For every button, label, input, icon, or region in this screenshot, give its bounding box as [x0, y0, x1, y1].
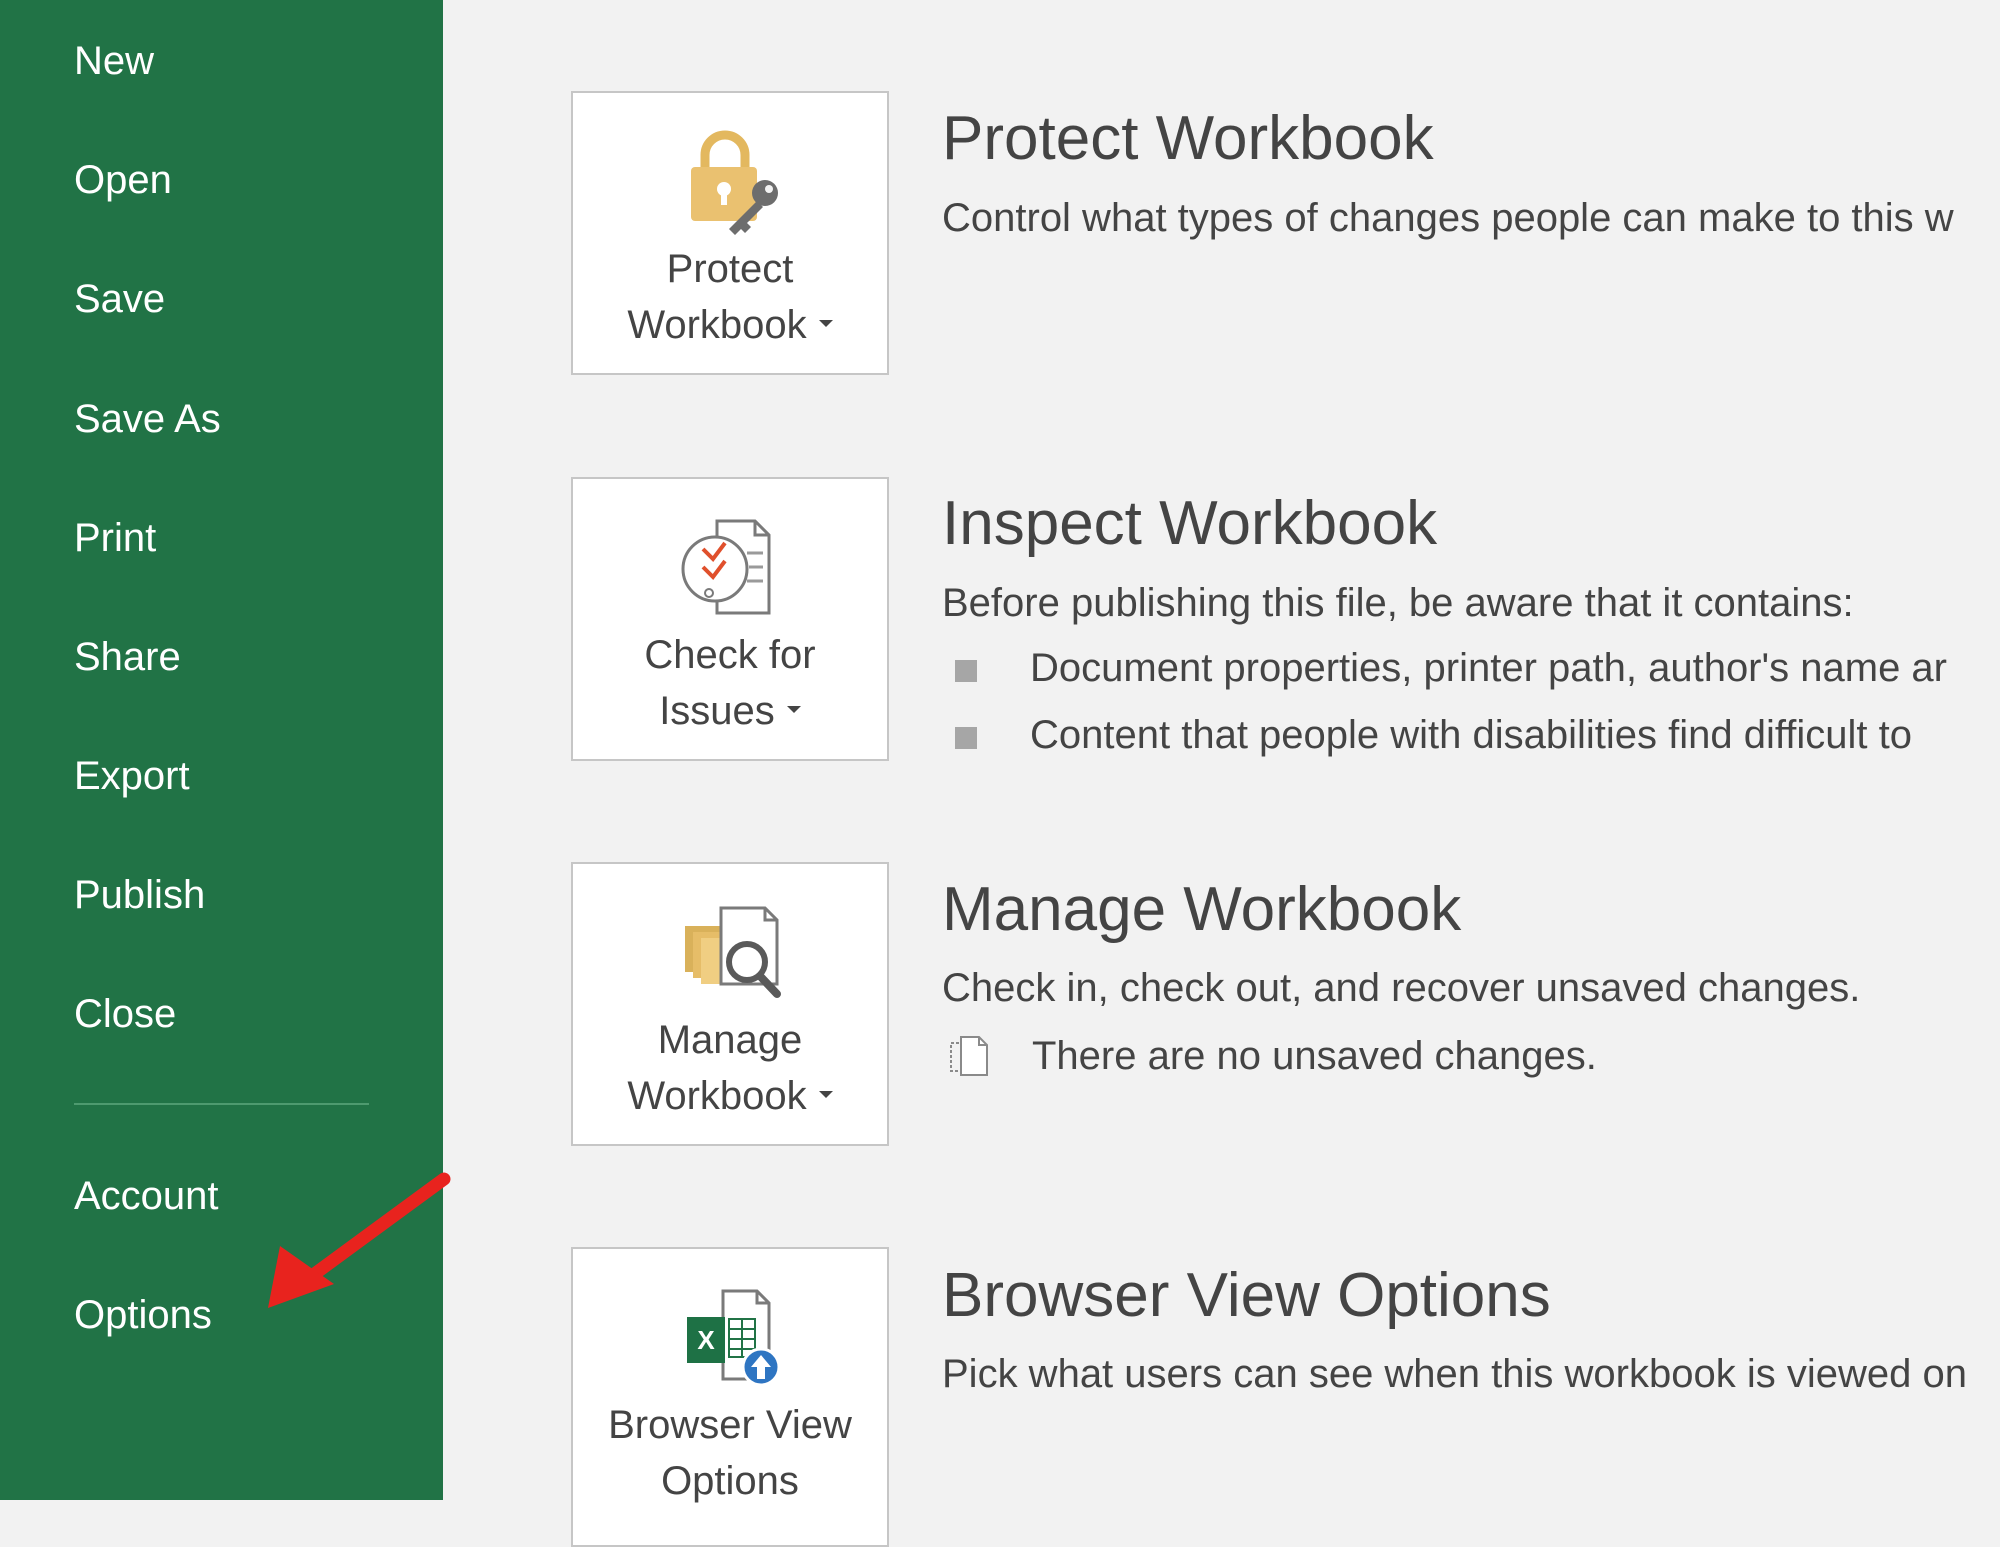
inspect-document-icon [681, 519, 771, 615]
bullet-square-icon [955, 660, 977, 682]
browser-view-options-button[interactable]: X Browser View Options [571, 1247, 889, 1547]
check-for-issues-button[interactable]: Check for Issues [571, 477, 889, 761]
document-versions-icon [950, 1036, 988, 1076]
dropdown-caret-icon [818, 1090, 833, 1098]
sidebar-item-close[interactable]: Close [74, 989, 176, 1039]
red-arrow-annotation [268, 1172, 451, 1308]
svg-text:X: X [697, 1325, 715, 1355]
inspect-bullet-text: Content that people with disabilities fi… [1030, 713, 1913, 757]
sidebar-item-print[interactable]: Print [74, 513, 156, 563]
sidebar-item-new[interactable]: New [74, 36, 154, 86]
manage-workbook-button[interactable]: Manage Workbook [571, 862, 889, 1146]
excel-browser-view-icon: X [687, 1289, 781, 1387]
section-title-inspect-workbook: Inspect Workbook [942, 489, 1438, 558]
section-desc-manage-workbook: Check in, check out, and recover unsaved… [942, 966, 1861, 1010]
manage-versions-icon [685, 906, 781, 998]
sidebar-item-open[interactable]: Open [74, 155, 172, 205]
protect-workbook-button[interactable]: Protect Workbook [571, 91, 889, 375]
sidebar-item-save[interactable]: Save [74, 274, 165, 324]
section-title-manage-workbook: Manage Workbook [942, 875, 1462, 944]
sidebar-item-save-as[interactable]: Save As [74, 394, 221, 444]
section-desc-protect-workbook: Control what types of changes people can… [942, 196, 1954, 240]
browser-view-options-button-label: Browser View Options [608, 1403, 852, 1503]
lock-key-icon [691, 130, 778, 235]
inspect-bullet-text: Document properties, printer path, autho… [1030, 646, 1947, 690]
manage-workbook-button-label: Manage Workbook [573, 1012, 887, 1124]
sidebar-item-share[interactable]: Share [74, 632, 181, 682]
check-for-issues-button-label: Check for Issues [644, 633, 816, 733]
section-title-browser-view-options: Browser View Options [942, 1261, 1551, 1330]
protect-workbook-button-label: Protect Workbook [573, 241, 887, 353]
sidebar-item-options[interactable]: Options [74, 1290, 212, 1340]
section-title-protect-workbook: Protect Workbook [942, 104, 1434, 173]
sidebar-divider [74, 1103, 369, 1105]
section-desc-browser-view-options: Pick what users can see when this workbo… [942, 1352, 1967, 1396]
unsaved-changes-text: There are no unsaved changes. [1032, 1034, 1597, 1078]
bullet-square-icon [955, 727, 977, 749]
dropdown-caret-icon [818, 319, 833, 327]
sidebar-item-account[interactable]: Account [74, 1171, 219, 1221]
section-desc-inspect-workbook: Before publishing this file, be aware th… [942, 581, 1854, 625]
sidebar-item-publish[interactable]: Publish [74, 870, 205, 920]
dropdown-caret-icon [786, 705, 801, 713]
sidebar-item-export[interactable]: Export [74, 751, 190, 801]
